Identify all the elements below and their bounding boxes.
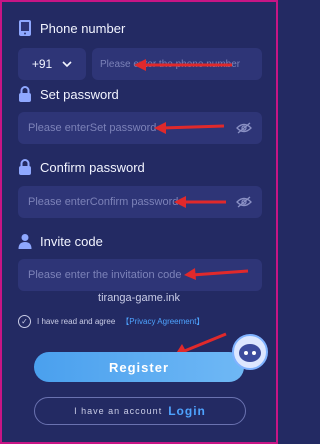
support-bot-icon[interactable] bbox=[232, 334, 268, 370]
invite-code-input[interactable]: Please enter the invitation code bbox=[18, 259, 262, 291]
privacy-agreement-link[interactable]: 【Privacy Agreement】 bbox=[121, 316, 204, 327]
invite-code-label-row: Invite code bbox=[18, 233, 103, 249]
confirm-password-input[interactable]: Please enterConfirm password bbox=[18, 186, 262, 218]
set-password-input[interactable]: Please enterSet password bbox=[18, 112, 262, 144]
register-label: Register bbox=[108, 359, 170, 375]
confirm-password-label: Confirm password bbox=[40, 159, 145, 175]
register-button[interactable]: Register bbox=[34, 352, 244, 382]
eye-off-icon[interactable] bbox=[236, 196, 252, 208]
login-button[interactable]: I have an account Login bbox=[34, 397, 246, 425]
lock-icon bbox=[18, 86, 32, 102]
country-code-select[interactable]: +91 bbox=[18, 48, 86, 80]
phone-input[interactable]: Please enter the phone number bbox=[92, 48, 262, 80]
agreement-checkbox[interactable]: ✓ bbox=[18, 315, 31, 328]
eye-off-icon[interactable] bbox=[236, 122, 252, 134]
user-icon bbox=[18, 233, 32, 249]
confirm-password-placeholder: Please enterConfirm password bbox=[28, 196, 179, 208]
set-password-label-row: Set password bbox=[18, 86, 119, 102]
invite-code-placeholder: Please enter the invitation code bbox=[28, 269, 182, 281]
set-password-placeholder: Please enterSet password bbox=[28, 122, 157, 134]
invite-code-label: Invite code bbox=[40, 233, 103, 249]
login-link: Login bbox=[168, 404, 206, 418]
domain-text: tiranga-game.ink bbox=[98, 292, 180, 304]
agreement-text: I have read and agree bbox=[37, 317, 116, 326]
set-password-label: Set password bbox=[40, 86, 119, 102]
phone-label-row: Phone number bbox=[18, 20, 125, 36]
phone-placeholder: Please enter the phone number bbox=[100, 58, 241, 70]
phone-label: Phone number bbox=[40, 20, 126, 36]
lock-icon bbox=[18, 159, 32, 175]
login-prefix: I have an account bbox=[74, 406, 163, 416]
country-code-value: +91 bbox=[31, 57, 53, 71]
confirm-password-label-row: Confirm password bbox=[18, 159, 145, 175]
agreement-row: ✓ I have read and agree 【Privacy Agreeme… bbox=[18, 315, 204, 328]
phone-icon bbox=[18, 20, 32, 36]
chevron-down-icon bbox=[62, 57, 72, 71]
